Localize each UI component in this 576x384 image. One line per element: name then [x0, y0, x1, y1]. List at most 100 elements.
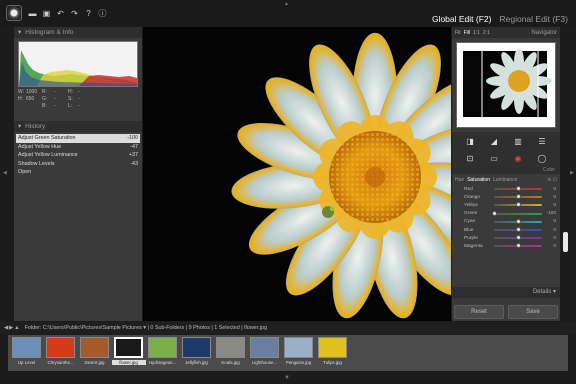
undo-icon[interactable]: ↶	[56, 9, 65, 18]
tone-curve-icon[interactable]: ◢	[482, 136, 506, 146]
up-level-button[interactable]: Up Level	[11, 337, 42, 369]
history-header[interactable]: ▾ History	[14, 121, 142, 132]
history-item-value: +37	[128, 152, 138, 158]
saturation-slider-row: Cyan 0	[452, 218, 560, 226]
save-button[interactable]: Save	[508, 305, 558, 319]
thumbnail-image	[284, 337, 313, 358]
folder-path[interactable]: Folder: C:\Users\Public\Pictures\Sample …	[25, 322, 267, 334]
history-item[interactable]: Open	[16, 168, 140, 177]
histogram-chart	[18, 41, 138, 87]
slider-track[interactable]	[494, 202, 542, 208]
slider-knob[interactable]	[515, 235, 521, 241]
info-b-value: -	[54, 103, 56, 109]
slider-knob[interactable]	[515, 227, 521, 233]
history-item[interactable]: Adjust Yellow Luminance +37	[16, 151, 140, 160]
thumbnail-image	[114, 337, 143, 358]
slider-knob[interactable]	[491, 210, 497, 216]
layers-icon[interactable]: ☰	[530, 136, 554, 146]
history-item-label: Adjust Green Saturation	[18, 135, 76, 141]
histogram-title: Histogram & Info	[25, 29, 74, 36]
details-section-header[interactable]: Details ▾	[452, 287, 560, 298]
thumbnail-caption: Tulips.jpg	[323, 360, 342, 365]
tab-hue[interactable]: Hue	[455, 177, 464, 183]
info-w-value: 1000	[26, 89, 38, 95]
navigator-preview[interactable]	[456, 42, 556, 128]
slider-track[interactable]	[494, 194, 542, 200]
zoom-fit[interactable]: Fit	[455, 30, 461, 36]
thumbnail-image	[182, 337, 211, 358]
info-h2-value: 650	[26, 96, 35, 102]
redo-icon[interactable]: ↷	[70, 9, 79, 18]
history-item[interactable]: Adjust Yellow Hue -47	[16, 143, 140, 152]
thumbnail-caption: Penguins.jpg	[285, 360, 312, 365]
slider-value: 0	[553, 202, 556, 208]
tab-global-edit[interactable]: Global Edit (F2)	[432, 14, 492, 24]
thumbnail-image	[46, 337, 75, 358]
straighten-icon[interactable]: ▭	[482, 153, 506, 163]
vignette-icon[interactable]: ◯	[530, 153, 554, 163]
crop-icon[interactable]: ⊡	[458, 153, 482, 163]
filmstrip-thumbnail[interactable]: Penguins.jpg	[283, 337, 314, 369]
red-eye-icon[interactable]: ◉	[506, 153, 530, 163]
slider-knob[interactable]	[515, 186, 521, 192]
panel-scrollbar[interactable]	[563, 232, 568, 252]
color-picker-icon[interactable]: ⊕ ⊡	[547, 177, 557, 183]
slider-track[interactable]	[494, 186, 542, 192]
color-section-header[interactable]: Color	[452, 167, 560, 174]
tab-regional-edit[interactable]: Regional Edit (F3)	[499, 14, 568, 24]
slider-knob[interactable]	[515, 202, 521, 208]
info-l-label: L:	[68, 103, 73, 109]
info-g-label: G:	[42, 96, 48, 102]
zoom-fill[interactable]: Fill	[464, 30, 470, 36]
tool-grid: ◨ ◢ ▥ ☰ ⊡ ▭ ◉ ◯	[452, 132, 560, 167]
tab-saturation[interactable]: Saturation	[467, 177, 490, 183]
slider-knob[interactable]	[515, 243, 521, 249]
info-icon[interactable]: ⓘ	[98, 9, 107, 18]
filmstrip-thumbnail[interactable]: Desert.jpg	[79, 337, 110, 369]
expand-triangle-icon: ▾	[18, 29, 22, 36]
history-item-label: Adjust Yellow Luminance	[18, 152, 78, 158]
saturation-slider-row: Green -100	[452, 210, 560, 218]
histogram-header[interactable]: ▾ Histogram & Info	[14, 27, 142, 38]
details-title: Details	[532, 289, 552, 295]
reset-button[interactable]: Reset	[454, 305, 504, 319]
photo-canvas[interactable]	[143, 27, 451, 321]
saturation-slider-row: Blue 0	[452, 226, 560, 234]
zoom-1-1[interactable]: 1:1	[473, 30, 480, 36]
saturation-slider-row: Yellow 0	[452, 201, 560, 209]
collapse-bottom-arrow-icon[interactable]: ▼	[284, 375, 290, 381]
help-icon[interactable]: ?	[84, 9, 93, 18]
levels-icon[interactable]: ◨	[458, 136, 482, 146]
history-item[interactable]: Shadow Levels -43	[16, 160, 140, 169]
slider-track[interactable]	[494, 243, 542, 249]
app-logo-icon[interactable]	[6, 5, 22, 21]
filmstrip-thumbnail[interactable]: Chrysanthe...	[45, 337, 76, 369]
tab-luminance[interactable]: Luminance	[493, 177, 517, 183]
filmstrip-thumbnail[interactable]: Lighthouse...	[249, 337, 280, 369]
saturation-slider-row: Purple 0	[452, 234, 560, 242]
folder-nav-arrows-icon[interactable]: ◀▶▲	[4, 322, 21, 334]
slider-track[interactable]	[494, 218, 542, 224]
zoom-2-1[interactable]: 2:1	[483, 30, 490, 36]
collapse-top-arrow-icon[interactable]: ▲	[284, 1, 289, 7]
channels-icon[interactable]: ▥	[506, 136, 530, 146]
slider-track[interactable]	[494, 235, 542, 241]
slider-knob[interactable]	[515, 194, 521, 200]
filmstrip-thumbnail[interactable]: Hydrangeas...	[147, 337, 178, 369]
folder-icon[interactable]: ▬	[28, 9, 37, 18]
collapse-right-arrow-icon[interactable]: ▶	[570, 170, 574, 176]
slider-label: Yellow	[464, 202, 478, 208]
filmstrip-thumbnail[interactable]: Jellyfish.jpg	[181, 337, 212, 369]
filmstrip-thumbnail[interactable]: flower.jpg	[111, 337, 146, 369]
history-item[interactable]: Adjust Green Saturation -100	[16, 134, 140, 143]
slider-track[interactable]	[491, 210, 542, 216]
slider-track[interactable]	[494, 227, 542, 233]
navigator-title[interactable]: Navigator	[531, 30, 557, 36]
filmstrip-thumbnail[interactable]: Koala.jpg	[215, 337, 246, 369]
info-w-label: W:	[18, 89, 25, 95]
filmstrip-thumbnail[interactable]: Tulips.jpg	[317, 337, 348, 369]
save-icon[interactable]: ▣	[42, 9, 51, 18]
slider-value: 0	[553, 227, 556, 233]
collapse-left-arrow-icon[interactable]: ◀	[3, 170, 7, 176]
slider-knob[interactable]	[515, 218, 521, 224]
